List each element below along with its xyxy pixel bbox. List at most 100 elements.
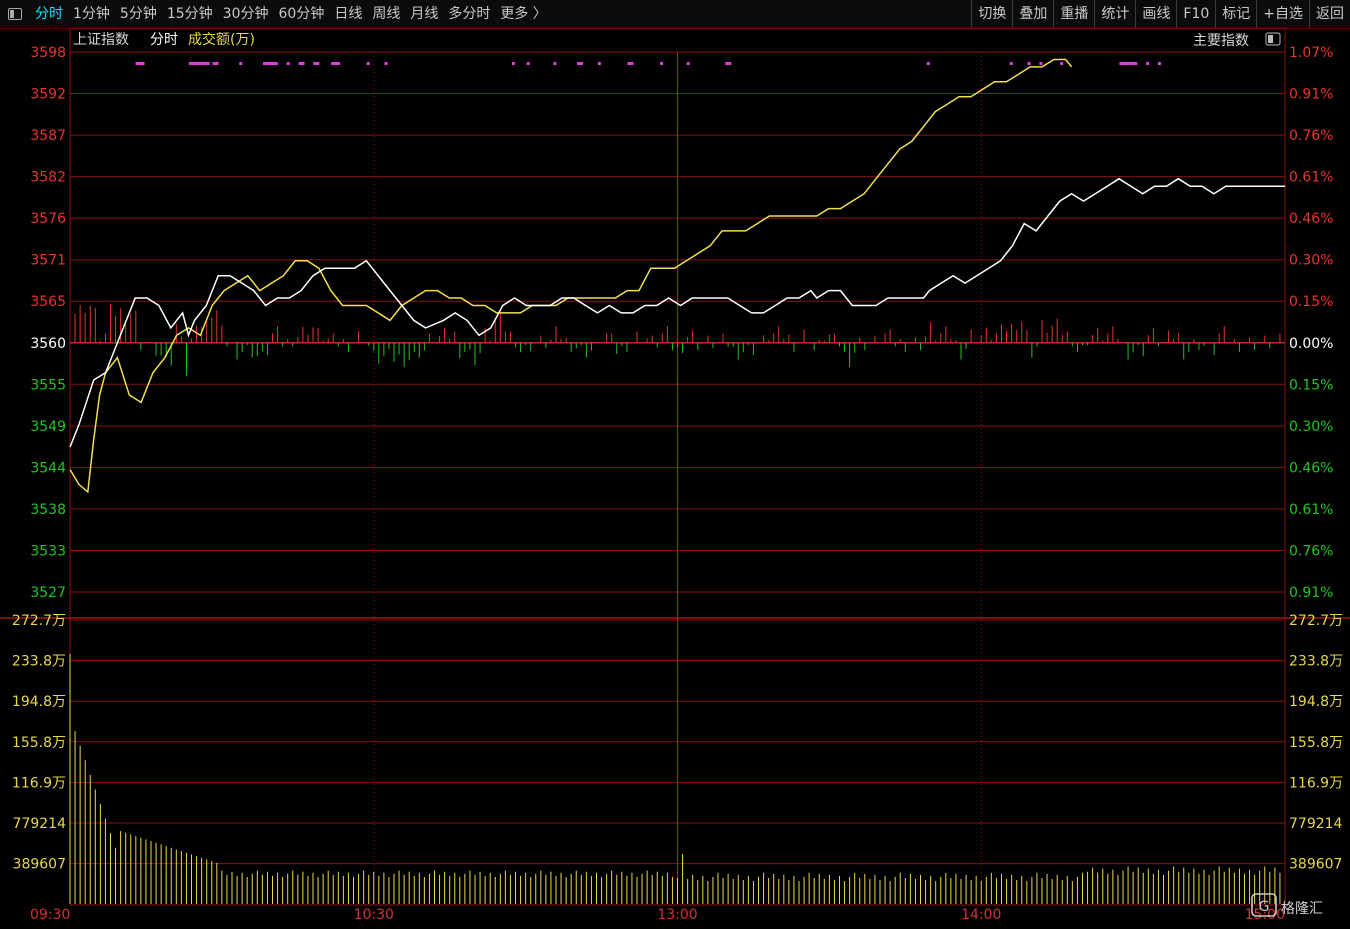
tool-button-4[interactable]: 画线 bbox=[1135, 0, 1176, 28]
period-tab-2[interactable]: 5分钟 bbox=[115, 0, 162, 28]
tool-button-1[interactable]: 叠加 bbox=[1012, 0, 1053, 28]
intraday-chart[interactable]: 3598 1.07% 3592 0.91% 3587 0.76% 3582 0.61% 3576… bbox=[0, 28, 1350, 929]
period-tab-5[interactable]: 60分钟 bbox=[274, 0, 330, 28]
event-marker[interactable] bbox=[268, 62, 272, 65]
period-tab-4[interactable]: 30分钟 bbox=[218, 0, 274, 28]
price-tick-label: 3549 bbox=[30, 419, 66, 435]
volume-tick-label: 389607 bbox=[13, 857, 66, 873]
event-marker[interactable] bbox=[630, 62, 634, 65]
volume-tick-label-right: 779214 bbox=[1289, 816, 1343, 832]
period-tab-7[interactable]: 周线 bbox=[367, 0, 405, 28]
tool-button-6[interactable]: 标记 bbox=[1215, 0, 1256, 28]
period-tab-0[interactable]: 分时 bbox=[30, 0, 68, 28]
event-marker[interactable] bbox=[553, 62, 557, 65]
event-marker[interactable] bbox=[194, 62, 198, 65]
event-marker[interactable] bbox=[212, 62, 216, 65]
event-marker[interactable] bbox=[206, 62, 210, 65]
event-marker[interactable] bbox=[200, 62, 204, 65]
event-marker[interactable] bbox=[138, 62, 142, 65]
event-marker[interactable] bbox=[926, 62, 930, 65]
event-marker[interactable] bbox=[301, 62, 305, 65]
event-marker[interactable] bbox=[262, 62, 266, 65]
index-name: 上证指数 bbox=[73, 32, 129, 48]
period-tab-9[interactable]: 多分时 bbox=[443, 0, 495, 28]
event-marker[interactable] bbox=[728, 62, 732, 65]
pct-tick-label: 0.30% bbox=[1289, 419, 1333, 435]
event-marker[interactable] bbox=[331, 62, 335, 65]
event-marker[interactable] bbox=[577, 62, 581, 65]
event-marker[interactable] bbox=[1119, 62, 1123, 65]
main-indicator-label: 主要指数 bbox=[1193, 33, 1249, 49]
pct-tick-label: 0.91% bbox=[1289, 87, 1333, 103]
price-tick-label: 3598 bbox=[30, 45, 66, 61]
pct-tick-label: 0.61% bbox=[1289, 170, 1333, 186]
volume-label: 成交额(万) bbox=[188, 31, 255, 48]
event-marker[interactable] bbox=[298, 62, 302, 65]
event-marker[interactable] bbox=[597, 62, 601, 65]
event-marker[interactable] bbox=[316, 62, 320, 65]
event-marker[interactable] bbox=[141, 62, 145, 65]
volume-tick-label: 116.9万 bbox=[12, 775, 66, 791]
event-marker[interactable] bbox=[1157, 62, 1161, 65]
price-tick-label: 3527 bbox=[30, 585, 66, 601]
time-tick-label: 10:30 bbox=[354, 907, 394, 923]
period-tab-1[interactable]: 1分钟 bbox=[68, 0, 115, 28]
event-marker[interactable] bbox=[384, 62, 388, 65]
event-marker[interactable] bbox=[580, 62, 584, 65]
event-marker[interactable] bbox=[1146, 62, 1150, 65]
event-marker[interactable] bbox=[1122, 62, 1126, 65]
volume-tick-label-right: 155.8万 bbox=[1289, 735, 1343, 751]
event-marker[interactable] bbox=[1125, 62, 1129, 65]
event-marker[interactable] bbox=[1060, 62, 1064, 65]
period-tab-6[interactable]: 日线 bbox=[329, 0, 367, 28]
event-marker[interactable] bbox=[215, 62, 219, 65]
pct-tick-label: 0.15% bbox=[1289, 377, 1333, 393]
event-marker[interactable] bbox=[511, 62, 515, 65]
event-marker[interactable] bbox=[1009, 62, 1013, 65]
event-marker[interactable] bbox=[366, 62, 370, 65]
price-tick-label: 3576 bbox=[30, 211, 66, 227]
event-marker[interactable] bbox=[197, 62, 201, 65]
sidebar-toggle-icon[interactable] bbox=[8, 8, 22, 20]
tool-button-7[interactable]: +自选 bbox=[1256, 0, 1309, 28]
volume-tick-label: 233.8万 bbox=[12, 654, 66, 670]
volume-tick-label: 272.7万 bbox=[12, 613, 66, 629]
event-marker[interactable] bbox=[203, 62, 207, 65]
event-marker[interactable] bbox=[271, 62, 275, 65]
event-marker[interactable] bbox=[135, 62, 139, 65]
time-tick-label: 14:00 bbox=[961, 907, 1001, 923]
event-marker[interactable] bbox=[188, 62, 192, 65]
period-tab-8[interactable]: 月线 bbox=[405, 0, 443, 28]
event-marker[interactable] bbox=[313, 62, 317, 65]
event-marker[interactable] bbox=[337, 62, 341, 65]
event-marker[interactable] bbox=[239, 62, 243, 65]
tool-button-8[interactable]: 返回 bbox=[1309, 0, 1350, 28]
event-marker[interactable] bbox=[526, 62, 530, 65]
event-marker[interactable] bbox=[1027, 62, 1031, 65]
event-marker[interactable] bbox=[1134, 62, 1138, 65]
event-marker[interactable] bbox=[627, 62, 631, 65]
volume-tick-label-right: 272.7万 bbox=[1289, 613, 1343, 629]
volume-tick-label-right: 233.8万 bbox=[1289, 654, 1343, 670]
event-marker[interactable] bbox=[191, 62, 195, 65]
event-marker[interactable] bbox=[265, 62, 269, 65]
event-marker[interactable] bbox=[1128, 62, 1132, 65]
event-marker[interactable] bbox=[686, 62, 690, 65]
event-marker[interactable] bbox=[286, 62, 290, 65]
event-marker[interactable] bbox=[1131, 62, 1135, 65]
tool-button-3[interactable]: 统计 bbox=[1094, 0, 1135, 28]
volume-tick-label-right: 194.8万 bbox=[1289, 694, 1343, 710]
price-tick-label: 3560 bbox=[30, 336, 66, 352]
event-marker[interactable] bbox=[725, 62, 729, 65]
period-tab-3[interactable]: 15分钟 bbox=[162, 0, 218, 28]
tool-button-0[interactable]: 切换 bbox=[971, 0, 1012, 28]
panel-toggle-icon-bar bbox=[1268, 35, 1273, 43]
tool-button-5[interactable]: F10 bbox=[1176, 0, 1215, 28]
period-tab-10[interactable]: 更多 〉 bbox=[495, 0, 551, 28]
event-marker[interactable] bbox=[1039, 62, 1043, 65]
event-marker[interactable] bbox=[660, 62, 664, 65]
event-marker[interactable] bbox=[334, 62, 338, 65]
price-tick-label: 3565 bbox=[30, 294, 66, 310]
tool-button-2[interactable]: 重播 bbox=[1053, 0, 1094, 28]
event-marker[interactable] bbox=[274, 62, 278, 65]
